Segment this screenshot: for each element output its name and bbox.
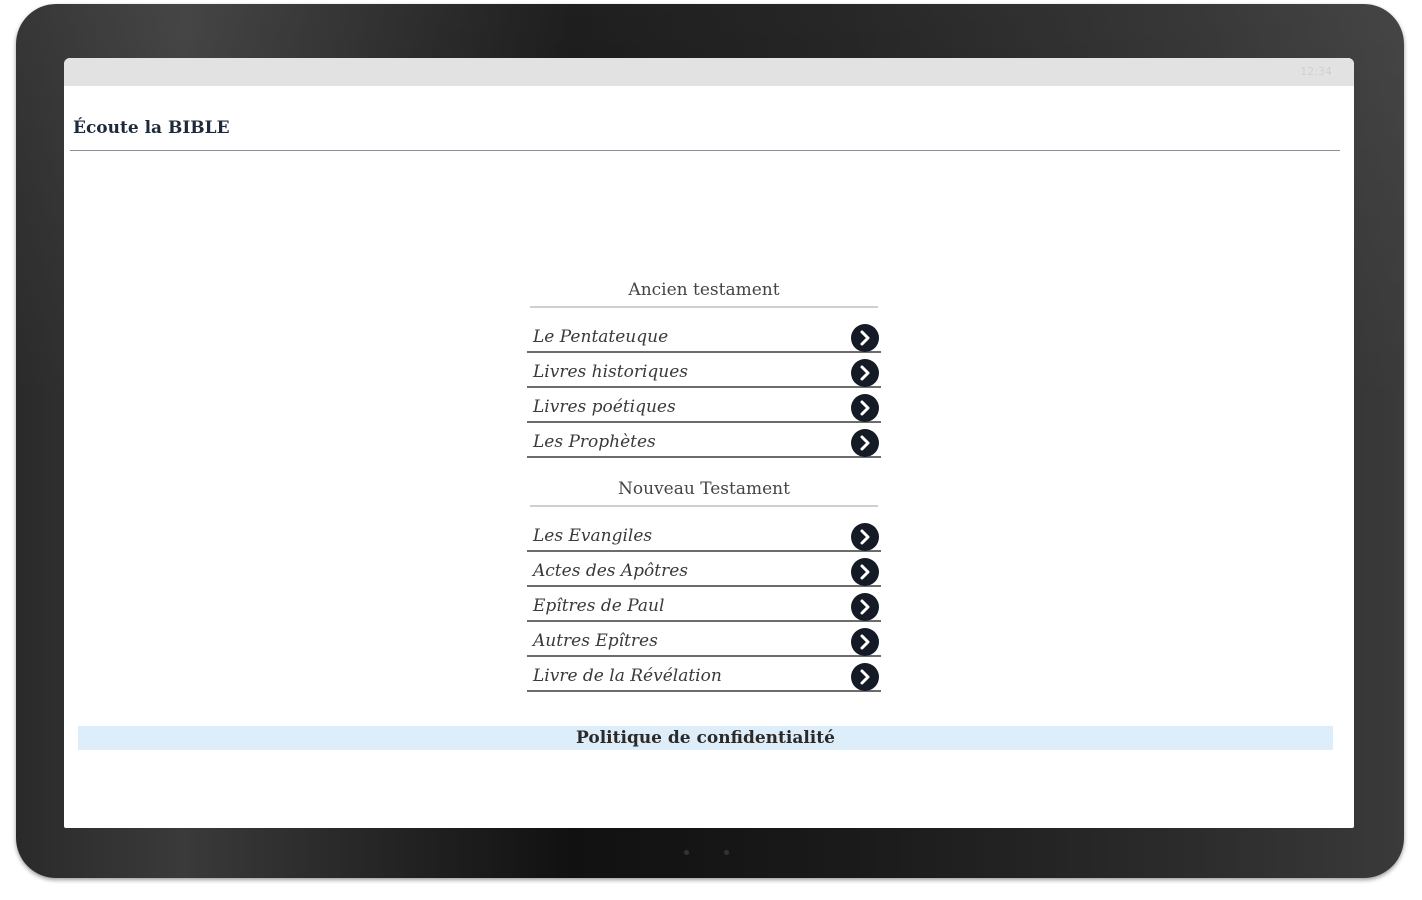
menu-item-label: Les Evangiles xyxy=(533,526,653,546)
menu-item-livres-poetiques[interactable]: Livres poétiques xyxy=(527,388,881,423)
menu-item-label: Le Pentateuque xyxy=(533,327,669,347)
new-testament-heading: Nouveau Testament xyxy=(530,479,878,507)
menu-item-label: Actes des Apôtres xyxy=(533,561,689,581)
status-time: 12:34 xyxy=(1300,65,1332,78)
chevron-right-icon[interactable] xyxy=(851,663,879,691)
status-bar: 12:34 xyxy=(64,58,1354,86)
menu-item-les-prophetes[interactable]: Les Prophètes xyxy=(527,423,881,458)
chevron-right-icon[interactable] xyxy=(851,558,879,586)
privacy-policy-link[interactable]: Politique de confidentialité xyxy=(78,726,1333,750)
menu-item-autres-epitres[interactable]: Autres Epîtres xyxy=(527,622,881,657)
menu-item-livre-de-la-revelation[interactable]: Livre de la Révélation xyxy=(527,657,881,692)
menu-item-label: Livres poétiques xyxy=(533,397,676,417)
app-screen: 12:34 Écoute la BIBLE Ancien testament L… xyxy=(64,58,1354,828)
new-testament-menu: Nouveau Testament Les Evangiles Actes de… xyxy=(527,479,881,692)
nav-dot xyxy=(684,850,689,855)
chevron-right-icon[interactable] xyxy=(851,523,879,551)
chevron-right-icon[interactable] xyxy=(851,429,879,457)
old-testament-menu: Ancien testament Le Pentateuque Livres h… xyxy=(527,280,881,458)
chevron-right-icon[interactable] xyxy=(851,324,879,352)
title-divider xyxy=(70,150,1340,151)
menu-item-pentateuque[interactable]: Le Pentateuque xyxy=(527,318,881,353)
chevron-right-icon[interactable] xyxy=(851,628,879,656)
menu-item-label: Autres Epîtres xyxy=(533,631,658,651)
menu-item-label: Epîtres de Paul xyxy=(533,596,665,616)
menu-item-epitres-de-paul[interactable]: Epîtres de Paul xyxy=(527,587,881,622)
menu-item-les-evangiles[interactable]: Les Evangiles xyxy=(527,517,881,552)
menu-item-livres-historiques[interactable]: Livres historiques xyxy=(527,353,881,388)
old-testament-heading: Ancien testament xyxy=(530,280,878,308)
chevron-right-icon[interactable] xyxy=(851,394,879,422)
chevron-right-icon[interactable] xyxy=(851,593,879,621)
nav-dot xyxy=(724,850,729,855)
menu-item-label: Livre de la Révélation xyxy=(533,666,722,686)
menu-item-actes-des-apotres[interactable]: Actes des Apôtres xyxy=(527,552,881,587)
menu-item-label: Les Prophètes xyxy=(533,432,656,452)
device-nav-dots xyxy=(666,844,746,864)
menu-item-label: Livres historiques xyxy=(533,362,689,382)
chevron-right-icon[interactable] xyxy=(851,359,879,387)
page-title: Écoute la BIBLE xyxy=(73,118,230,138)
